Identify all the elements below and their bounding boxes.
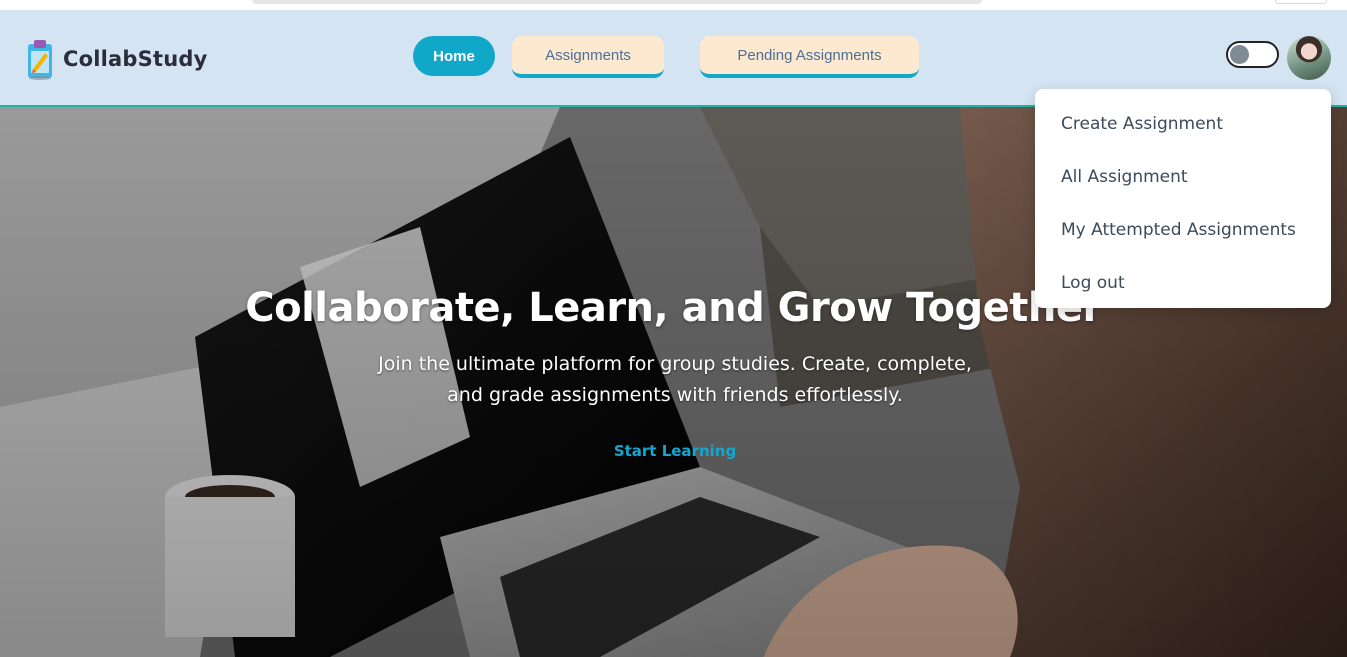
menu-item-all-assignment[interactable]: All Assignment [1035, 150, 1331, 203]
hero-subtitle: Join the ultimate platform for group stu… [378, 353, 972, 406]
browser-top-strip [0, 0, 1347, 10]
nav-assignments-button[interactable]: Assignments [512, 36, 664, 78]
menu-item-log-out[interactable]: Log out [1035, 256, 1331, 309]
menu-item-create-assignment[interactable]: Create Assignment [1035, 97, 1331, 150]
clipboard-pencil-icon [28, 40, 52, 80]
nav-pending-assignments-button[interactable]: Pending Assignments [700, 36, 919, 78]
top-mini-button[interactable] [1275, 0, 1327, 4]
nav-home-button[interactable]: Home [413, 36, 495, 76]
user-avatar[interactable] [1287, 36, 1331, 80]
brand-logo[interactable]: CollabStudy [25, 36, 207, 82]
start-learning-button[interactable]: Start Learning [580, 442, 770, 460]
toggle-knob [1230, 45, 1249, 64]
top-scroll-pill [252, 0, 982, 4]
user-dropdown-menu: Create Assignment All Assignment My Atte… [1035, 89, 1331, 308]
brand-name: CollabStudy [63, 47, 208, 71]
theme-toggle[interactable] [1226, 41, 1279, 68]
menu-item-my-attempted-assignments[interactable]: My Attempted Assignments [1035, 203, 1331, 256]
